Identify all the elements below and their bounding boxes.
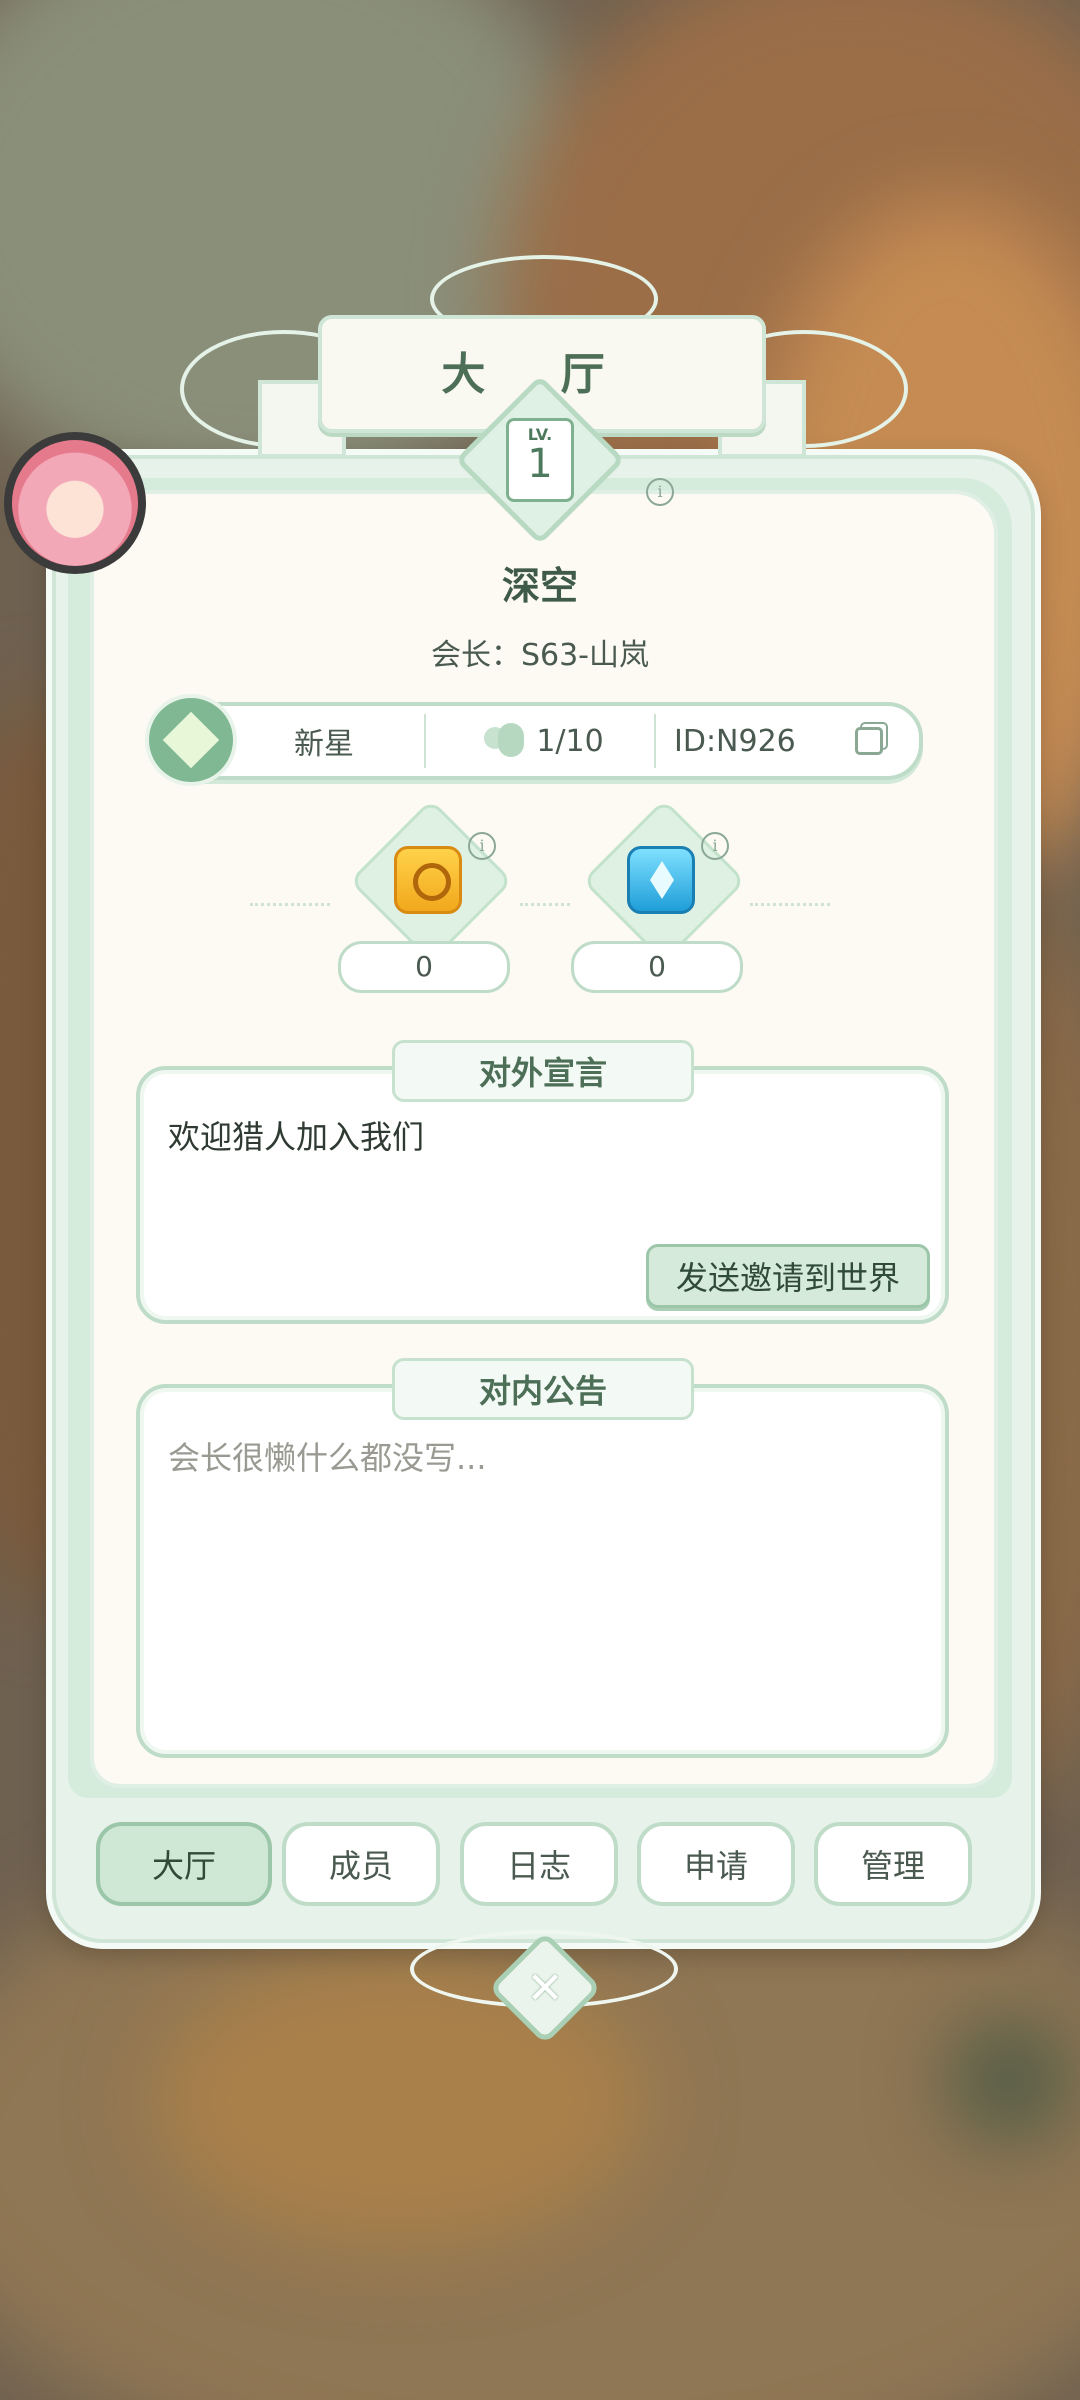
crystal-value: 0	[571, 941, 743, 993]
gold-info-icon[interactable]: i	[468, 832, 496, 860]
send-invite-button[interactable]: 发送邀请到世界	[646, 1244, 930, 1308]
tab-hall[interactable]: 大厅	[96, 1822, 272, 1906]
gold-value: 0	[338, 941, 510, 993]
blue-crystal-icon	[627, 846, 695, 914]
tab-logs[interactable]: 日志	[460, 1822, 618, 1906]
avatar-image	[12, 440, 138, 566]
crystal-info-icon[interactable]: i	[701, 832, 729, 860]
divider-right	[750, 903, 830, 908]
close-icon[interactable]: ✕	[505, 1948, 585, 2028]
avatar[interactable]	[4, 432, 146, 574]
rank-star-icon	[145, 694, 237, 786]
member-count-text: 1/10	[536, 723, 604, 759]
guild-rank: 新星	[294, 727, 354, 762]
level-badge: LV. 1	[455, 375, 625, 545]
declaration-text: 欢迎猎人加入我们	[168, 1118, 425, 1156]
guild-id: ID:N926	[674, 723, 796, 759]
guild-name: 深空	[501, 564, 578, 608]
guild-info-bar: 新星 1/10 ID:N926	[150, 702, 923, 780]
notice-tag: 对内公告	[392, 1358, 694, 1420]
copy-id-icon[interactable]	[844, 706, 894, 776]
notice-placeholder: 会长很懒什么都没写...	[168, 1439, 487, 1477]
tab-members[interactable]: 成员	[282, 1822, 440, 1906]
guild-leader: 会长：S63-山岚	[430, 638, 650, 673]
level-info-icon[interactable]: i	[646, 478, 674, 506]
tab-manage[interactable]: 管理	[814, 1822, 972, 1906]
divider-middle	[520, 903, 570, 908]
level-number: 1	[527, 441, 553, 487]
divider-left	[250, 903, 330, 908]
declaration-tag: 对外宣言	[392, 1040, 694, 1102]
tab-applications[interactable]: 申请	[637, 1822, 795, 1906]
members-icon	[484, 723, 525, 759]
member-count: 1/10	[439, 706, 649, 776]
gold-coin-icon	[394, 846, 462, 914]
